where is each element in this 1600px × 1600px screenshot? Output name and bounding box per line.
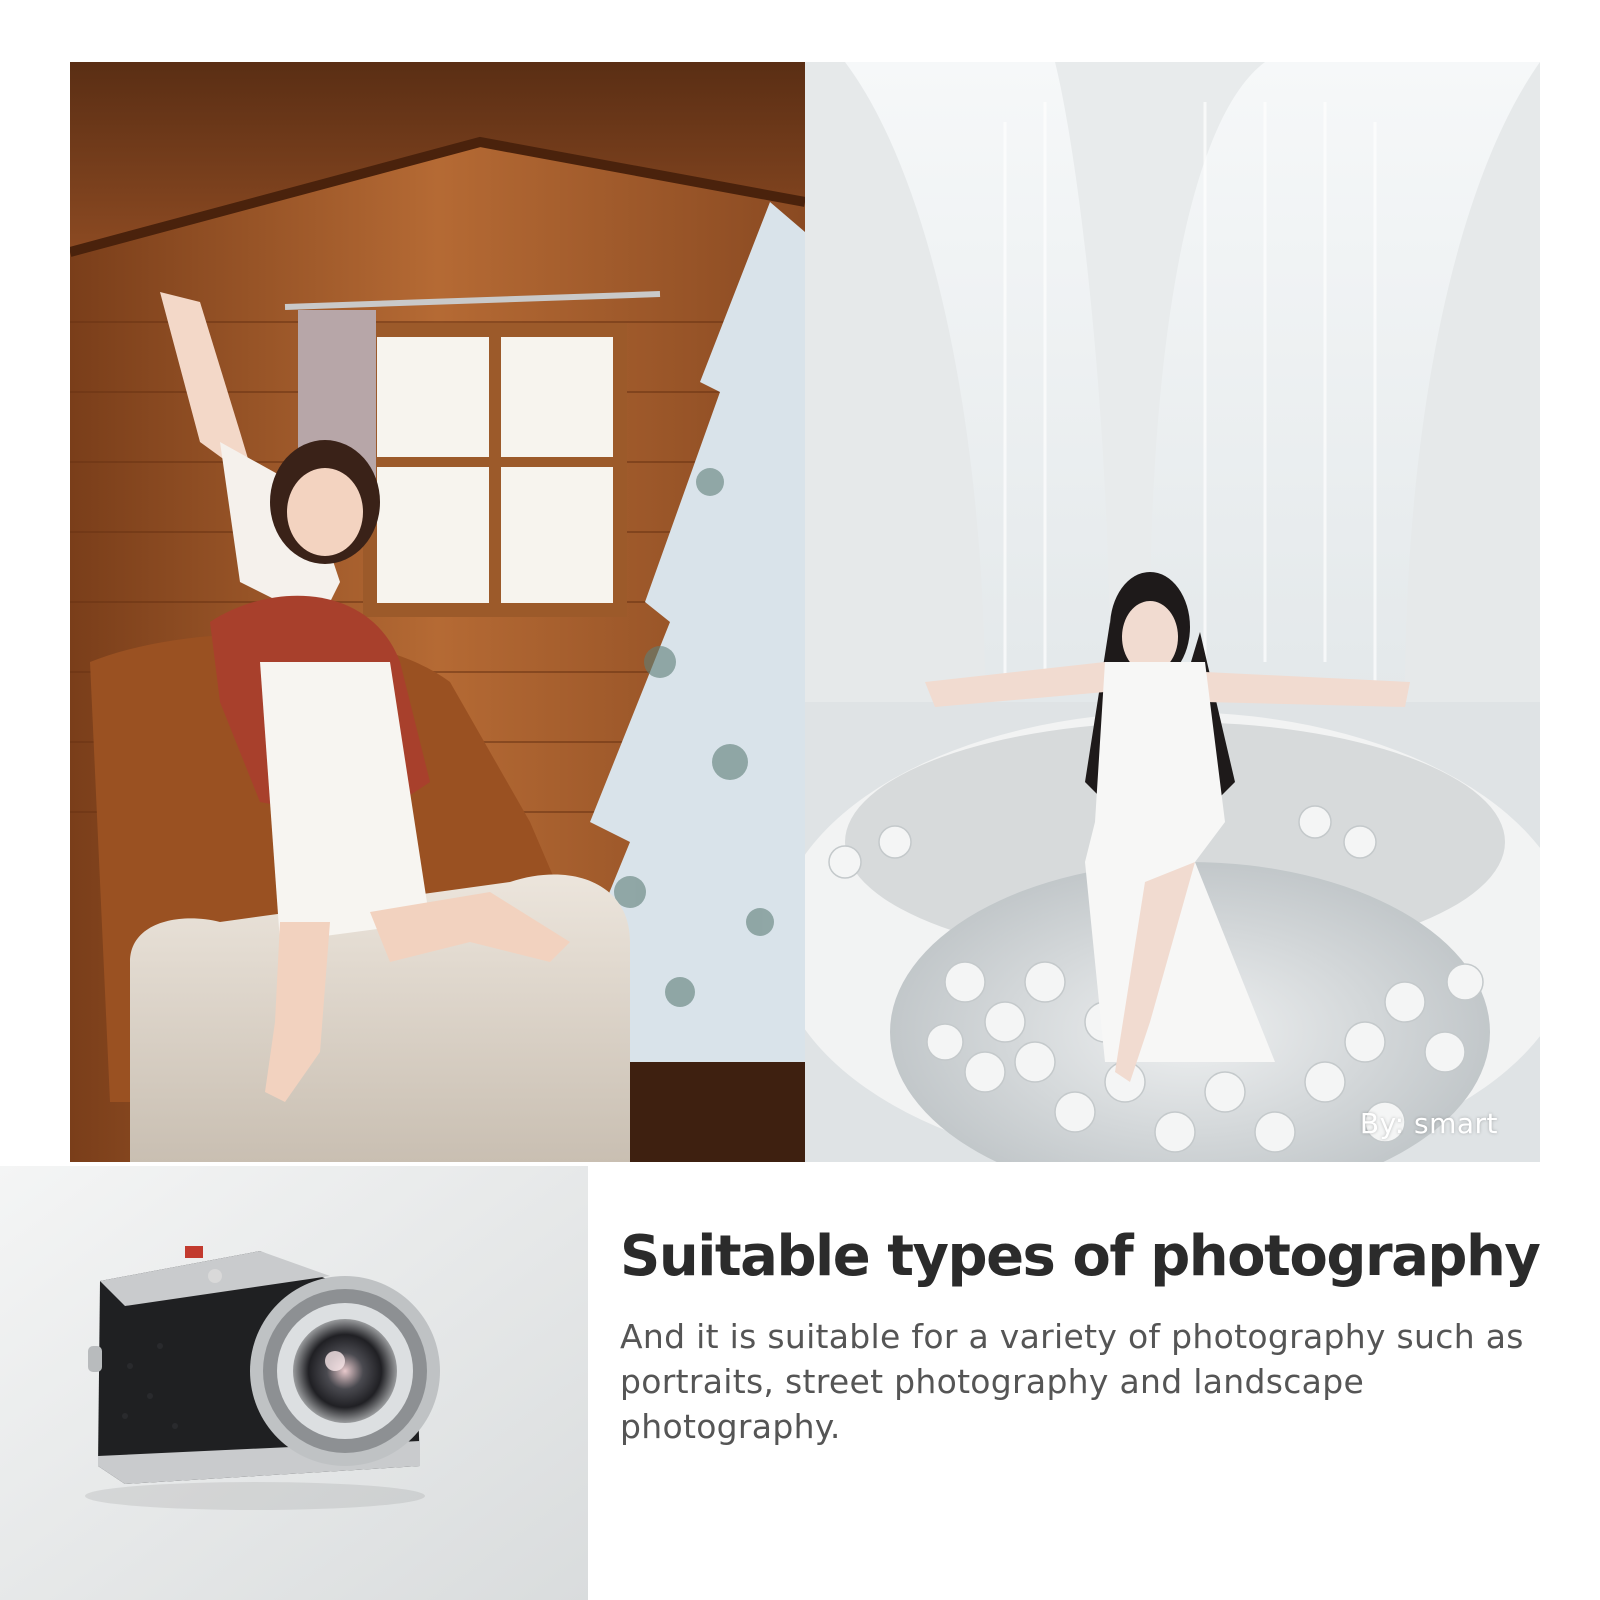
- feature-text-block: Suitable types of photography And it is …: [620, 1224, 1550, 1450]
- camera-product-image: [0, 1166, 588, 1600]
- section-description: And it is suitable for a variety of phot…: [620, 1317, 1524, 1447]
- ball-pit-portrait-photo: By: smart: [805, 62, 1540, 1162]
- cabin-portrait-illustration: [70, 62, 805, 1162]
- photo-credit: By: smart: [1359, 1107, 1498, 1140]
- camera-illustration: [0, 1166, 588, 1600]
- cabin-portrait-photo: [70, 62, 805, 1162]
- ball-pit-portrait-illustration: [805, 62, 1540, 1162]
- section-headline: Suitable types of photography: [620, 1224, 1541, 1289]
